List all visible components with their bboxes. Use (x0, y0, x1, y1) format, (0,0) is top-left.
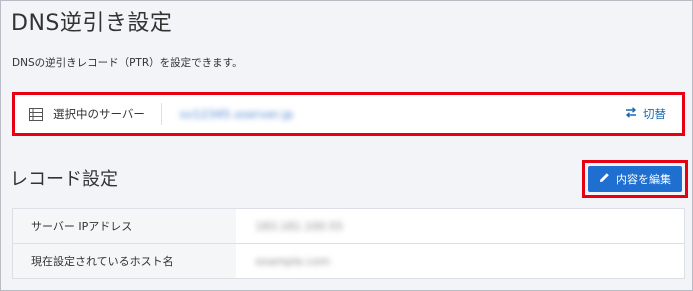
edit-content-button[interactable]: 内容を編集 (588, 166, 682, 192)
selected-server-name: sv12345.xserver.jp (179, 107, 294, 121)
page-title: DNS逆引き設定 (11, 11, 173, 36)
swap-arrows-icon (625, 107, 637, 121)
selected-server-panel: 選択中のサーバー sv12345.xserver.jp 切替 (12, 92, 685, 136)
table-row: サーバー IPアドレス 183.181.100.55 (12, 208, 685, 244)
table-row: 現在設定されているホスト名 example.com (12, 243, 685, 279)
record-table: サーバー IPアドレス 183.181.100.55 現在設定されているホスト名… (12, 208, 685, 279)
server-list-icon (29, 107, 43, 121)
pencil-icon (599, 172, 610, 186)
switch-server-label: 切替 (643, 107, 666, 121)
server-ip-label: サーバー IPアドレス (12, 208, 236, 244)
edit-button-highlight: 内容を編集 (582, 160, 688, 198)
switch-server-link[interactable]: 切替 (625, 106, 666, 122)
server-ip-value: 183.181.100.55 (255, 219, 343, 233)
page-description: DNSの逆引きレコード（PTR）を設定できます。 (12, 57, 243, 69)
hostname-label: 現在設定されているホスト名 (12, 243, 236, 279)
selected-server-label: 選択中のサーバー (53, 103, 162, 125)
record-section-title: レコード設定 (10, 169, 118, 190)
hostname-value: example.com (255, 254, 330, 268)
edit-content-label: 内容を編集 (616, 173, 671, 186)
